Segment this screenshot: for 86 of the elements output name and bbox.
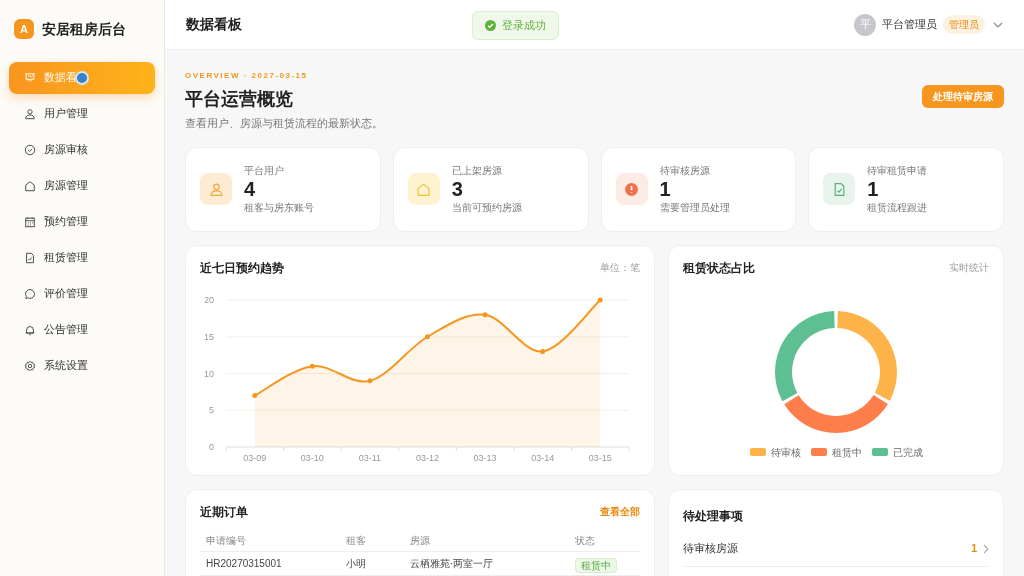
axis-tick-label: 0 xyxy=(209,441,214,452)
data-point xyxy=(367,377,373,383)
status-tag: 租赁中 xyxy=(575,557,617,573)
bell-icon xyxy=(24,324,36,336)
data-point xyxy=(597,297,603,302)
card-title: 待处理事项 xyxy=(683,508,743,523)
role-tag: 管理员 xyxy=(943,15,985,34)
stat-note: 租客与房东账号 xyxy=(244,201,314,215)
user-name: 平台管理员 xyxy=(882,17,937,33)
check-circle-icon xyxy=(24,144,36,156)
stat-value: 4 xyxy=(244,178,257,200)
chevron-down-icon[interactable] xyxy=(993,21,1003,28)
legend-label[interactable]: 已完成 xyxy=(892,444,923,460)
table-cell-text: HR20270315001 xyxy=(206,557,283,571)
column-header: 状态 xyxy=(575,533,596,548)
axis-tick-label: 20 xyxy=(204,294,214,305)
todo-label: 待审核房源 xyxy=(683,541,738,557)
legend-swatch xyxy=(871,448,888,456)
axis-tick-label: 03-12 xyxy=(416,452,439,463)
stat-value: 3 xyxy=(451,178,464,200)
axis-tick-label: 03-09 xyxy=(243,452,267,463)
card-title: 租赁状态占比 xyxy=(683,259,755,277)
alert-icon xyxy=(624,181,639,197)
data-point xyxy=(425,333,430,339)
sidebar-item[interactable]: 评价管理 xyxy=(9,278,155,310)
sidebar-item[interactable]: 用户管理 xyxy=(9,98,155,130)
table-cell-text: 小明 xyxy=(346,557,367,571)
data-point xyxy=(540,348,546,354)
presentation-icon xyxy=(24,72,36,84)
house-icon xyxy=(416,181,432,197)
document-icon xyxy=(24,252,36,264)
legend-label[interactable]: 待审核 xyxy=(770,444,801,460)
sidebar-item[interactable]: 租赁管理 xyxy=(9,242,155,274)
column-header: 申请编号 xyxy=(206,533,247,548)
card-title: 近期订单 xyxy=(200,503,248,521)
house-icon xyxy=(24,180,36,192)
stat-label: 平台用户 xyxy=(244,164,285,178)
chevron-right-icon xyxy=(983,544,989,554)
axis-tick-label: 03-13 xyxy=(473,452,497,463)
stat-note: 当前可预约房源 xyxy=(451,201,522,215)
sidebar-item[interactable]: 预约管理 xyxy=(9,206,155,238)
column-header: 租客 xyxy=(346,533,367,548)
sidebar-item[interactable]: 公告管理 xyxy=(9,314,155,346)
axis-tick-label: 10 xyxy=(204,368,214,378)
user-icon xyxy=(208,181,224,197)
toast-message: 登录成功 xyxy=(502,18,546,34)
legend-swatch xyxy=(749,448,766,456)
sidebar-item[interactable]: 房源审核 xyxy=(9,134,155,166)
check-circle-icon xyxy=(485,20,496,31)
data-point xyxy=(482,311,488,317)
axis-tick-label: 03-11 xyxy=(358,452,382,463)
axis-tick-label: 03-14 xyxy=(531,452,555,463)
unit-label: 单位：笔 xyxy=(600,261,640,275)
logo-icon: A xyxy=(14,19,34,39)
card-title: 近七日预约趋势 xyxy=(200,259,284,277)
axis-tick-label: 5 xyxy=(209,404,214,415)
sidebar-item[interactable]: 房源管理 xyxy=(9,170,155,202)
stat-label: 待审租赁申请 xyxy=(867,164,928,178)
todo-count: 1 xyxy=(971,541,977,557)
stat-note: 需要管理员处理 xyxy=(659,201,730,215)
chat-bubble-icon xyxy=(24,288,36,300)
stat-note: 租赁流程跟进 xyxy=(867,201,928,215)
sidebar-item[interactable]: 系统设置 xyxy=(9,350,155,382)
data-point xyxy=(252,392,258,398)
legend-label[interactable]: 租赁中 xyxy=(831,444,862,460)
card-note: 实时统计 xyxy=(949,261,989,275)
stat-label: 已上架房源 xyxy=(451,164,503,178)
user-icon xyxy=(24,108,36,120)
data-point xyxy=(309,363,315,369)
axis-tick-label: 15 xyxy=(204,331,214,342)
stat-value: 1 xyxy=(867,178,880,200)
legend-swatch xyxy=(810,448,827,456)
settings-icon xyxy=(24,360,36,372)
overview-date: OVERVIEW · 2027-03-15 xyxy=(185,71,309,81)
todo-item[interactable]: 待审核房源 1 xyxy=(683,532,989,567)
axis-tick-label: 03-15 xyxy=(588,452,612,463)
stat-label: 待审核房源 xyxy=(659,164,711,178)
calendar-icon xyxy=(24,216,36,228)
page-title: 数据看板 xyxy=(186,15,242,34)
column-header: 房源 xyxy=(410,533,431,548)
stat-value: 1 xyxy=(659,178,672,200)
overview-title: 平台运营概览 xyxy=(185,88,294,111)
table-cell-text: 云栖雅苑·两室一厅 xyxy=(410,557,495,571)
overview-subtitle: 查看用户、房源与租赁流程的最新状态。 xyxy=(185,116,383,131)
axis-tick-label: 03-10 xyxy=(300,452,324,463)
app-name: 安居租房后台 xyxy=(42,19,126,39)
